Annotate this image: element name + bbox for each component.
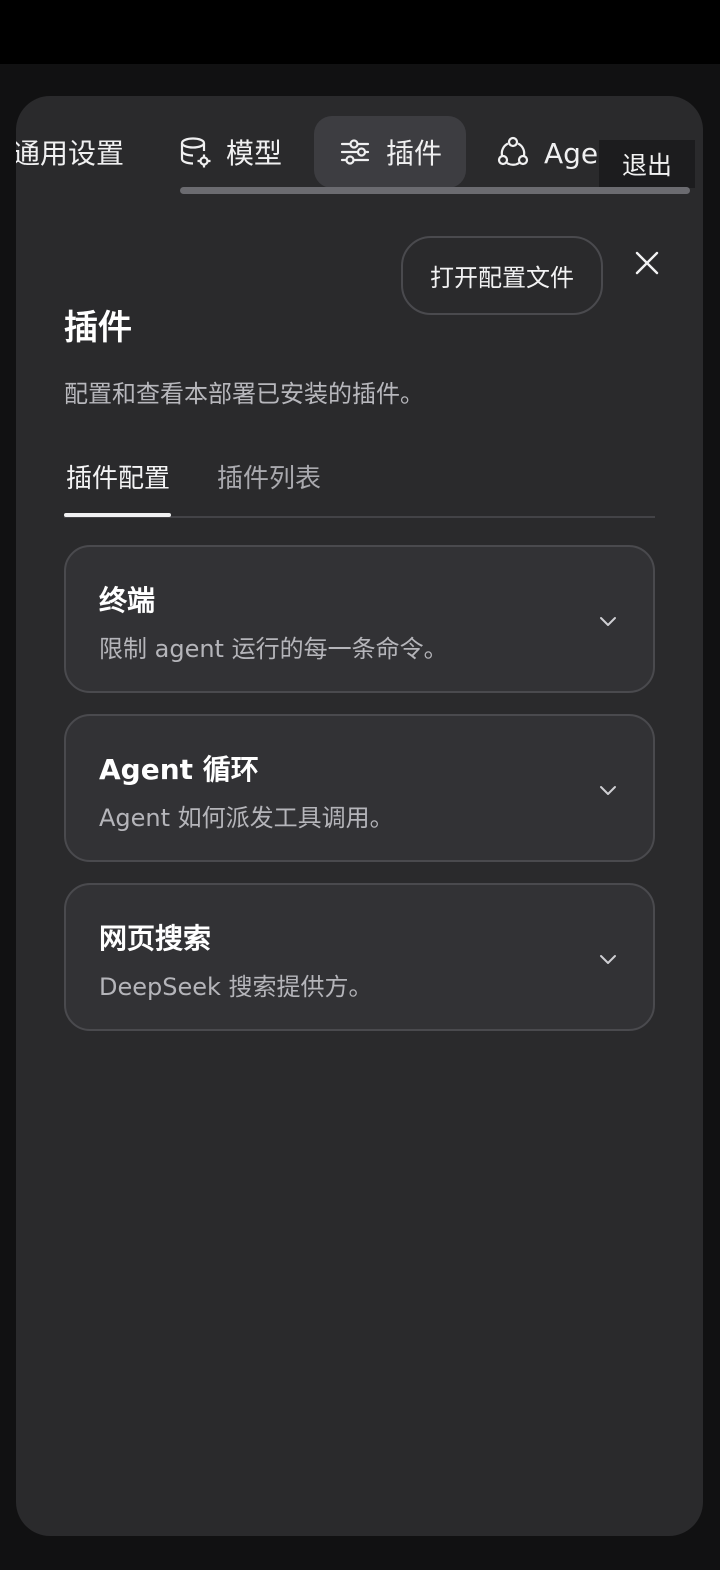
card-description: DeepSeek 搜索提供方。 (99, 973, 373, 1001)
chevron-down-icon (600, 786, 616, 795)
status-bar (0, 0, 720, 64)
plugin-tabs: 插件配置 插件列表 (64, 450, 655, 518)
card-title: Agent 循环 (99, 753, 259, 786)
page-title: 插件 (64, 308, 132, 348)
database-gear-icon (178, 135, 212, 169)
open-config-file-button[interactable]: 打开配置文件 (401, 236, 603, 315)
plugin-card-web-search[interactable]: 网页搜索 DeepSeek 搜索提供方。 (64, 883, 655, 1031)
card-title: 网页搜索 (99, 922, 212, 955)
nav-item-models[interactable]: 模型 (178, 116, 282, 188)
page-subtitle: 配置和查看本部署已安装的插件。 (64, 380, 424, 408)
tab-plugin-config[interactable]: 插件配置 (66, 458, 170, 516)
close-icon[interactable] (628, 244, 666, 282)
plugin-card-agent-loop[interactable]: Agent 循环 Agent 如何派发工具调用。 (64, 714, 655, 862)
nav-item-plugins[interactable]: 插件 (314, 116, 467, 188)
settings-nav: 通用设置 模型 插件 Agent 退出 (16, 116, 703, 188)
card-title: 终端 (99, 584, 156, 617)
nav-item-label: 插件 (386, 137, 443, 170)
plugin-card-terminal[interactable]: 终端 限制 agent 运行的每一条命令。 (64, 545, 655, 693)
nav-scrollbar[interactable] (180, 187, 690, 194)
nav-item-label: 模型 (226, 137, 283, 170)
card-description: 限制 agent 运行的每一条命令。 (99, 635, 448, 663)
logout-button[interactable]: 退出 (599, 140, 695, 188)
chevron-down-icon (600, 617, 616, 626)
sliders-icon (338, 135, 372, 169)
agent-nodes-icon (496, 135, 530, 169)
active-tab-indicator (64, 513, 171, 517)
card-description: Agent 如何派发工具调用。 (99, 804, 394, 832)
nav-item-label: 通用设置 (16, 137, 125, 170)
nav-item-general[interactable]: 通用设置 (16, 116, 124, 188)
settings-panel: 通用设置 模型 插件 Agent 退出 打开配置文件 插件 配置和查看本部署已安… (16, 96, 703, 1536)
tab-plugin-list[interactable]: 插件列表 (217, 458, 321, 516)
chevron-down-icon (600, 955, 616, 964)
